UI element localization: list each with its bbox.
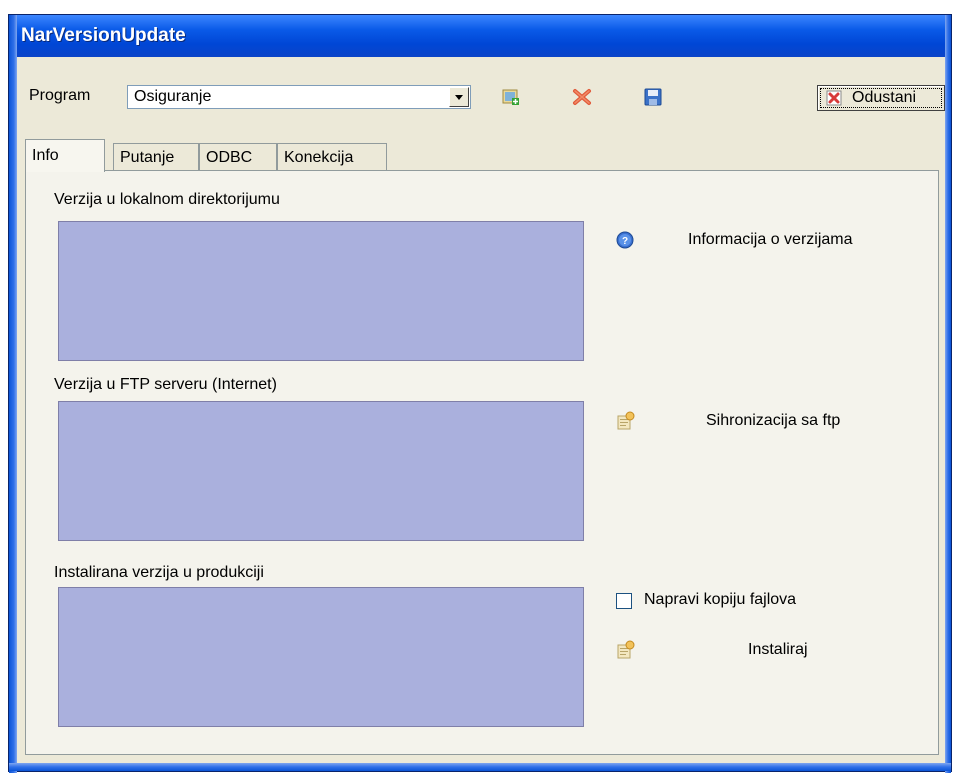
window-frame-right	[945, 15, 951, 773]
window-frame-bottom	[9, 763, 951, 771]
info-tab-panel: Verzija u lokalnom direktorijumu Verzija…	[25, 170, 939, 755]
install-button[interactable]: Instaliraj	[748, 641, 808, 659]
install-icon[interactable]	[616, 640, 636, 660]
tab-putanje-label: Putanje	[120, 149, 175, 166]
local-version-box[interactable]	[58, 221, 584, 361]
ftp-version-box[interactable]	[58, 401, 584, 541]
window-frame-left	[9, 15, 17, 773]
save-icon[interactable]	[643, 87, 663, 107]
help-icon[interactable]: ?	[616, 231, 634, 249]
production-version-label: Instalirana verzija u produkciji	[54, 564, 264, 581]
tab-info-label: Info	[32, 147, 59, 164]
local-version-label: Verzija u lokalnom direktorijumu	[54, 191, 280, 208]
ftp-version-label: Verzija u FTP serveru (Internet)	[54, 376, 277, 393]
sync-ftp-button[interactable]: Sihronizacija sa ftp	[706, 412, 840, 430]
program-label: Program	[29, 87, 91, 104]
cancel-button-label: Odustani	[852, 89, 917, 106]
tab-info[interactable]: Info	[25, 139, 105, 172]
tab-odbc-label: ODBC	[206, 149, 253, 166]
tab-konekcija[interactable]: Konekcija	[277, 143, 387, 171]
production-version-box[interactable]	[58, 587, 584, 727]
chevron-down-icon[interactable]	[449, 87, 469, 107]
new-document-icon[interactable]	[501, 87, 521, 107]
window-title: NarVersionUpdate	[21, 25, 186, 46]
program-select[interactable]: Osiguranje	[127, 85, 471, 109]
svg-text:?: ?	[622, 236, 628, 247]
cancel-icon	[826, 90, 842, 106]
tab-konekcija-label: Konekcija	[284, 149, 354, 166]
main-window: NarVersionUpdate Program Osiguranje Odus…	[8, 14, 952, 773]
program-select-value: Osiguranje	[134, 88, 212, 105]
tab-odbc[interactable]: ODBC	[199, 143, 277, 171]
window-content: Program Osiguranje Odustani Info Putanje…	[17, 57, 945, 763]
cancel-button[interactable]: Odustani	[817, 85, 945, 111]
delete-icon[interactable]	[572, 87, 592, 107]
title-bar[interactable]: NarVersionUpdate	[9, 15, 951, 57]
version-info-button[interactable]: Informacija o verzijama	[688, 231, 853, 249]
backup-checkbox[interactable]	[616, 593, 632, 609]
sync-ftp-icon[interactable]	[616, 411, 636, 431]
tab-putanje[interactable]: Putanje	[113, 143, 199, 171]
backup-checkbox-label[interactable]: Napravi kopiju fajlova	[644, 591, 796, 609]
